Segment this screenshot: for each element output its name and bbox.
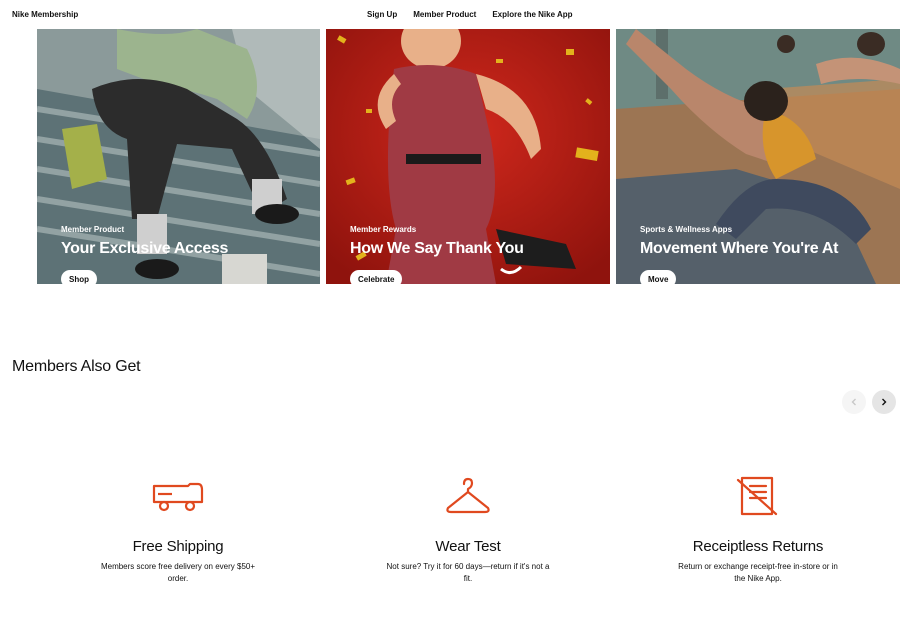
benefit-title: Receiptless Returns: [692, 538, 824, 555]
card-title: Your Exclusive Access: [61, 240, 229, 257]
brand-title[interactable]: Nike Membership: [12, 10, 78, 19]
benefit-receiptless-returns: Receiptless Returns Return or exchange r…: [658, 476, 858, 585]
top-nav-bar: Nike Membership Sign Up Member Product E…: [0, 0, 911, 30]
card-title: How We Say Thank You: [350, 240, 524, 257]
card-eyebrow: Member Rewards: [350, 225, 417, 234]
benefit-description: Not sure? Try it for 60 days—return if i…: [386, 562, 550, 583]
move-button[interactable]: Move: [640, 270, 677, 284]
card-title: Movement Where You're At: [640, 240, 839, 257]
carousel-prev-button[interactable]: [842, 390, 866, 414]
hero-card-member-product[interactable]: Member Product Your Exclusive Access Sho…: [37, 29, 320, 284]
card-eyebrow: Sports & Wellness Apps: [640, 225, 733, 234]
primary-nav: Sign Up Member Product Explore the Nike …: [367, 10, 573, 19]
chevron-right-icon: [882, 398, 887, 406]
shop-button[interactable]: Shop: [61, 270, 97, 284]
celebrate-button[interactable]: Celebrate: [350, 270, 403, 284]
benefit-title: Free Shipping: [132, 538, 224, 555]
chevron-left-icon: [851, 398, 856, 406]
nav-sign-up-link[interactable]: Sign Up: [367, 10, 397, 19]
receipt-crossed-icon: [736, 476, 778, 516]
hanger-icon: [446, 477, 490, 514]
hero-card-sports-apps[interactable]: Sports & Wellness Apps Movement Where Yo…: [616, 29, 900, 284]
delivery-truck-icon: [152, 482, 204, 512]
carousel-next-button[interactable]: [872, 390, 896, 414]
benefit-description: Return or exchange receipt-free in-store…: [678, 562, 838, 583]
section-title: Members Also Get: [12, 358, 141, 375]
benefit-title: Wear Test: [435, 538, 501, 555]
card-eyebrow: Member Product: [61, 225, 125, 234]
benefit-wear-test: Wear Test Not sure? Try it for 60 days—r…: [368, 476, 568, 585]
nav-member-product-link[interactable]: Member Product: [413, 10, 476, 19]
nav-explore-app-link[interactable]: Explore the Nike App: [492, 10, 572, 19]
benefit-description: Members score free delivery on every $50…: [100, 562, 256, 583]
hero-card-member-rewards[interactable]: Member Rewards How We Say Thank You Cele…: [326, 29, 610, 284]
benefit-free-shipping: Free Shipping Members score free deliver…: [78, 476, 278, 585]
